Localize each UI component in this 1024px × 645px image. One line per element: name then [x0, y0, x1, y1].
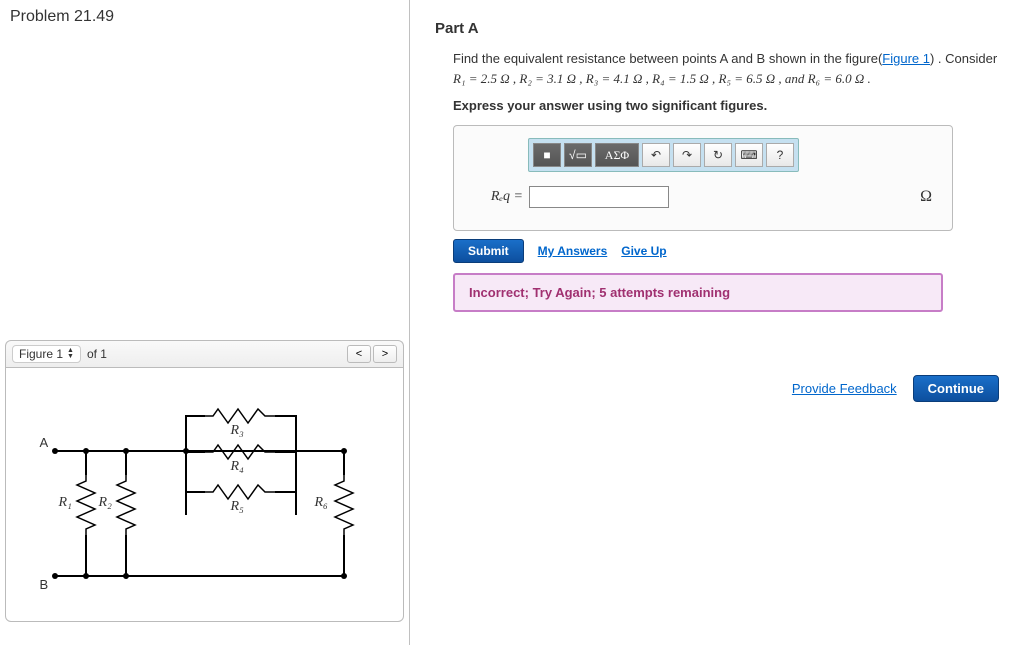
provide-feedback-link[interactable]: Provide Feedback [792, 381, 897, 396]
problem-title: Problem 21.49 [0, 0, 409, 34]
figure-of-text: of 1 [87, 347, 107, 361]
figure-header: Figure 1 ▲▼ of 1 < > [5, 340, 404, 367]
right-panel: Part A Find the equivalent resistance be… [410, 0, 1024, 645]
feedback-message: Incorrect; Try Again; 5 attempts remaini… [453, 273, 943, 312]
figure-section: Figure 1 ▲▼ of 1 < > A [5, 340, 404, 640]
answer-box: ■ √▭ ΑΣΦ ↶ ↷ ↻ ⌨ ? Rₑq = Ω [453, 125, 953, 231]
figure-link[interactable]: Figure 1 [882, 51, 930, 66]
answer-label: Rₑq = [468, 189, 523, 205]
greek-button[interactable]: ΑΣΦ [595, 143, 639, 167]
resistor-r2 [113, 475, 139, 535]
help-button[interactable]: ? [766, 143, 794, 167]
answer-input[interactable] [529, 186, 669, 208]
keyboard-button[interactable]: ⌨ [735, 143, 763, 167]
resistor-r6 [331, 475, 357, 535]
node-a-label: A [40, 435, 49, 450]
stepper-icon: ▲▼ [67, 348, 74, 360]
figure-next-button[interactable]: > [373, 345, 397, 363]
question-text: Find the equivalent resistance between p… [453, 49, 999, 88]
my-answers-link[interactable]: My Answers [538, 244, 608, 258]
figure-selector[interactable]: Figure 1 ▲▼ [12, 345, 81, 363]
node-b-label: B [40, 577, 49, 592]
redo-button[interactable]: ↷ [673, 143, 701, 167]
instruction-text: Express your answer using two significan… [453, 98, 999, 113]
answer-unit: Ω [920, 188, 932, 206]
circuit-diagram: A B R₁ R₂ [25, 395, 385, 595]
undo-button[interactable]: ↶ [642, 143, 670, 167]
left-panel: Problem 21.49 Figure 1 ▲▼ of 1 < > [0, 0, 410, 645]
equation-toolbar: ■ √▭ ΑΣΦ ↶ ↷ ↻ ⌨ ? [528, 138, 799, 172]
submit-button[interactable]: Submit [453, 239, 524, 263]
fraction-button[interactable]: √▭ [564, 143, 592, 167]
figure-body: A B R₁ R₂ [5, 367, 404, 622]
reset-button[interactable]: ↻ [704, 143, 732, 167]
part-heading: Part A [435, 20, 999, 37]
template-button[interactable]: ■ [533, 143, 561, 167]
give-up-link[interactable]: Give Up [621, 244, 666, 258]
resistor-r1 [73, 475, 99, 535]
resistor-values: R₁ = 2.5 Ω , R₂ = 3.1 Ω , R₃ = 4.1 Ω , R… [453, 71, 871, 86]
continue-button[interactable]: Continue [913, 375, 999, 402]
figure-prev-button[interactable]: < [347, 345, 371, 363]
